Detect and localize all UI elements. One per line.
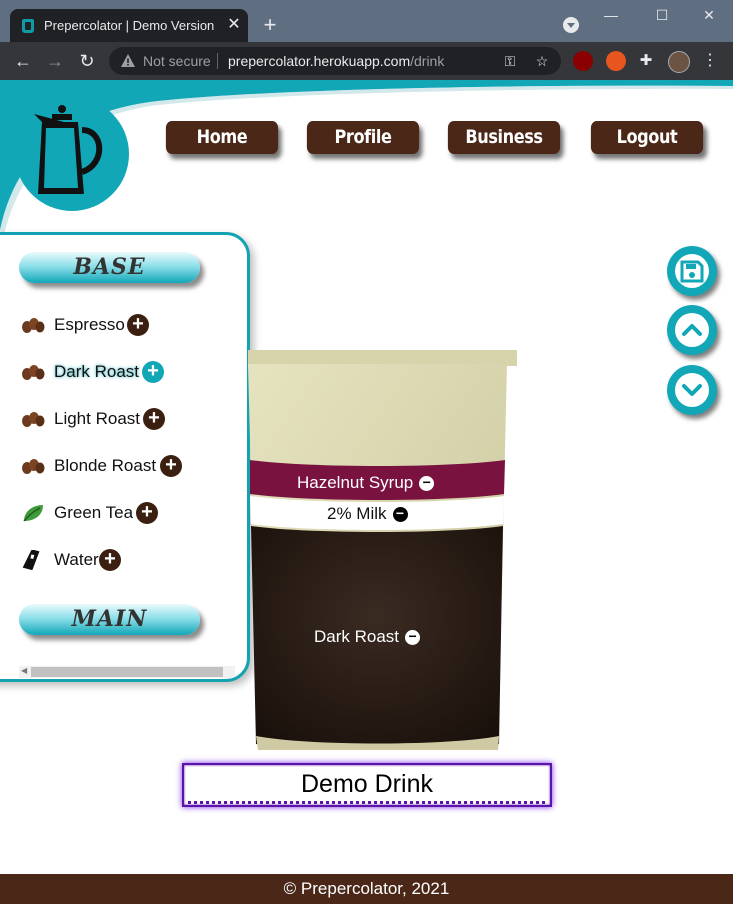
save-button[interactable] (667, 246, 717, 296)
browser-tab[interactable]: Prepercolator | Demo Version ✕ (10, 9, 248, 42)
ingredient-label: Water (54, 550, 99, 569)
extension-icon[interactable] (606, 51, 626, 71)
ingredient-label: Dark Roast (54, 362, 140, 381)
ublock-extension-icon[interactable] (573, 51, 593, 71)
layer-label-dark-roast: Dark Roast − (314, 627, 421, 647)
maximize-icon[interactable]: ☐ (647, 4, 677, 26)
layer-name: 2% Milk (327, 504, 387, 523)
url-text[interactable]: prepercolator.herokuapp.com/drink (228, 53, 444, 69)
coffee-pot-logo-icon[interactable] (12, 96, 132, 212)
tab-title: Prepercolator | Demo Version (44, 18, 215, 33)
coffee-beans-icon (22, 365, 45, 380)
address-bar[interactable]: Not secure prepercolator.herokuapp.com/d… (109, 47, 561, 75)
close-window-icon[interactable]: ✕ (694, 4, 724, 26)
add-espresso-button[interactable]: + (127, 314, 149, 336)
ingredient-light-roast[interactable]: Light Roast + (21, 407, 211, 431)
tab-search-icon[interactable] (563, 17, 579, 33)
chevron-down-icon (675, 373, 709, 407)
key-icon[interactable]: ⚿ (500, 51, 520, 71)
close-tab-icon[interactable]: ✕ (224, 15, 244, 35)
page: Home Profile Business Logout BASE Espres… (0, 80, 733, 904)
scrollbar-thumb[interactable] (31, 667, 223, 677)
tab-strip: Prepercolator | Demo Version ✕ + — ☐ ✕ (0, 0, 733, 42)
ingredient-espresso[interactable]: Espresso + (21, 313, 211, 337)
menu-icon[interactable]: ⋮ (702, 51, 718, 71)
bookmark-star-icon[interactable]: ☆ (532, 51, 552, 71)
add-dark-roast-button[interactable]: + (142, 361, 164, 383)
nav-logout-button[interactable]: Logout (590, 121, 704, 154)
security-label: Not secure (143, 53, 211, 69)
ingredient-label: Light Roast (54, 409, 140, 428)
coffee-beans-icon (22, 318, 45, 333)
browser-toolbar: ← → ↻ Not secure prepercolator.herokuapp… (0, 42, 733, 80)
footer: © Prepercolator, 2021 (0, 874, 733, 904)
ingredient-dark-roast[interactable]: Dark Roast + (21, 360, 211, 384)
add-light-roast-button[interactable]: + (143, 408, 165, 430)
add-green-tea-button[interactable]: + (136, 502, 158, 524)
sidebar-horizontal-scrollbar[interactable]: ◀ (19, 666, 235, 678)
favicon-icon (22, 19, 34, 33)
browser-chrome: Prepercolator | Demo Version ✕ + — ☐ ✕ ←… (0, 0, 733, 80)
ingredient-label: Green Tea (54, 503, 134, 522)
warning-icon (121, 54, 135, 67)
ingredient-label: Espresso (54, 315, 125, 334)
nav-business-button[interactable]: Business (447, 121, 561, 154)
new-tab-icon[interactable]: + (258, 13, 282, 37)
drink-name-field[interactable]: Demo Drink (182, 763, 552, 807)
profile-avatar-icon[interactable] (668, 51, 690, 73)
ingredient-blonde-roast[interactable]: Blonde Roast + (21, 454, 211, 478)
reload-icon[interactable]: ↻ (74, 48, 100, 74)
layer-label-milk: 2% Milk − (327, 504, 408, 524)
url-path: /drink (410, 53, 445, 69)
save-icon (675, 254, 709, 288)
remove-milk-button[interactable]: − (392, 506, 408, 522)
back-icon[interactable]: ← (10, 48, 36, 74)
add-blonde-roast-button[interactable]: + (160, 455, 182, 477)
water-bottle-icon (22, 550, 40, 570)
ingredient-green-tea[interactable]: Green Tea + (21, 501, 211, 525)
layer-name: Dark Roast (314, 627, 400, 646)
ingredient-label: Blonde Roast (54, 456, 157, 475)
layer-name: Hazelnut Syrup (297, 473, 414, 492)
extensions-puzzle-icon[interactable]: ✚ (636, 51, 656, 71)
coffee-beans-icon (22, 412, 45, 427)
nav-home-button[interactable]: Home (165, 121, 279, 154)
remove-hazelnut-syrup-button[interactable]: − (419, 475, 435, 491)
forward-icon[interactable]: → (42, 48, 68, 74)
nav-profile-button[interactable]: Profile (306, 121, 420, 154)
move-up-button[interactable] (667, 305, 717, 355)
section-header-base: BASE (19, 252, 200, 283)
ingredient-sidebar: BASE Espresso + Dark Roast + Light Roast… (0, 232, 250, 682)
minimize-icon[interactable]: — (596, 4, 626, 26)
tea-leaf-icon (23, 505, 43, 522)
section-header-main: MAIN (19, 604, 200, 635)
chevron-up-icon (675, 313, 709, 347)
add-water-button[interactable]: + (99, 549, 121, 571)
move-down-button[interactable] (667, 365, 717, 415)
drink-cup (248, 364, 507, 750)
layer-label-hazelnut-syrup: Hazelnut Syrup − (297, 473, 435, 493)
remove-dark-roast-button[interactable]: − (405, 629, 421, 645)
omnibox-divider (217, 53, 218, 69)
ingredient-water[interactable]: Water + (21, 548, 211, 572)
scroll-left-icon[interactable]: ◀ (21, 666, 27, 675)
url-host: prepercolator.herokuapp.com (228, 53, 411, 69)
coffee-beans-icon (22, 459, 45, 474)
